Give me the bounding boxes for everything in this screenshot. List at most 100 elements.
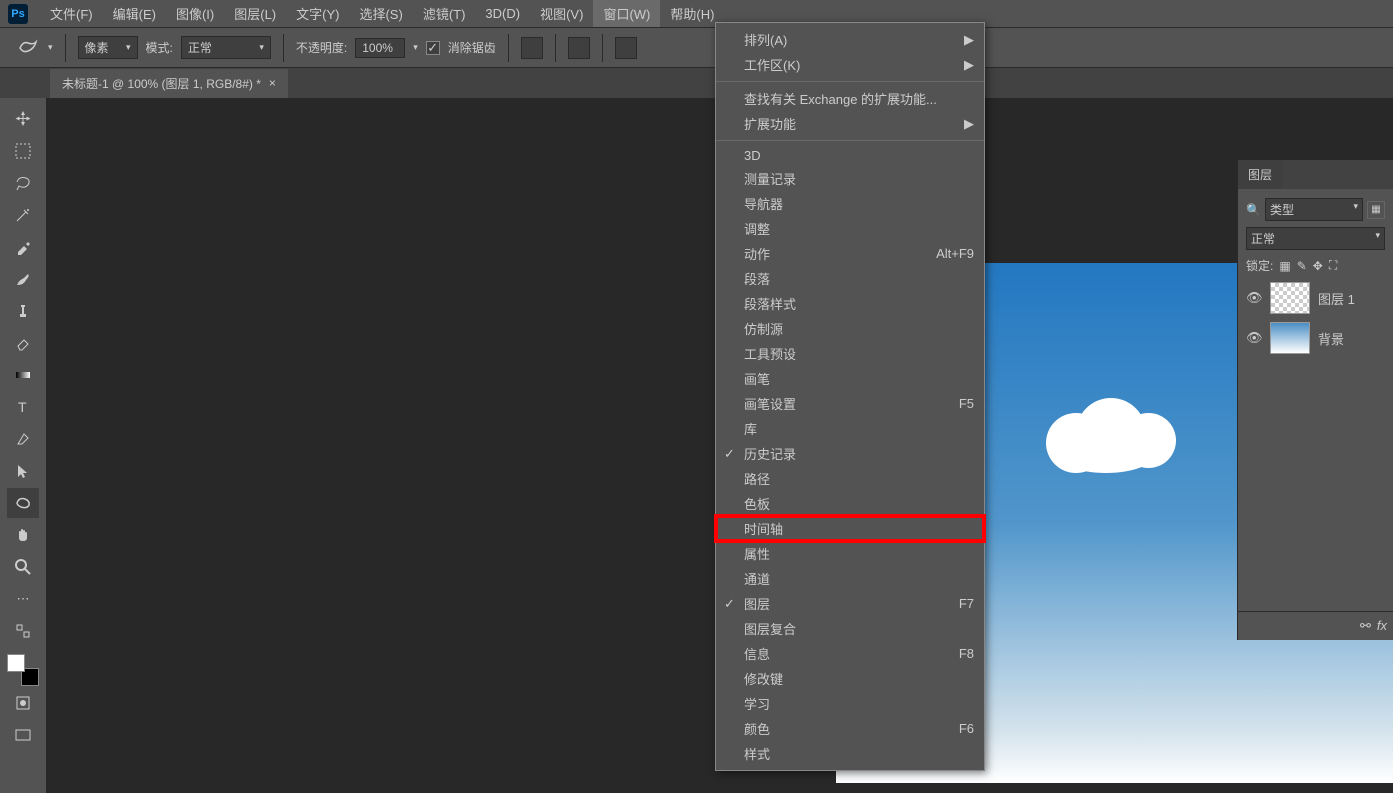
layer-filter-select[interactable]: 类型▾ bbox=[1265, 198, 1363, 221]
lock-pixels-icon[interactable]: ▦ bbox=[1279, 259, 1290, 273]
current-tool-icon[interactable] bbox=[16, 36, 40, 60]
menu-shortcut: F6 bbox=[959, 721, 974, 736]
tool-dropdown-caret[interactable]: ▾ bbox=[48, 42, 53, 53]
menu-actions[interactable]: 动作Alt+F9 bbox=[716, 241, 984, 266]
align-btn-2[interactable] bbox=[568, 37, 590, 59]
menu-extensions[interactable]: 扩展功能▶ bbox=[716, 111, 984, 136]
menu-select[interactable]: 选择(S) bbox=[349, 0, 412, 27]
menu-timeline[interactable]: 时间轴 bbox=[716, 516, 984, 541]
menu-item-label: 仿制源 bbox=[744, 319, 783, 338]
lock-brush-icon[interactable]: ✎ bbox=[1297, 259, 1307, 273]
menu-separator bbox=[716, 140, 984, 141]
layer-row[interactable]: 👁 背景 bbox=[1238, 318, 1393, 358]
visibility-icon[interactable]: 👁 bbox=[1246, 290, 1262, 306]
zoom-tool[interactable] bbox=[7, 552, 39, 582]
color-swatches[interactable] bbox=[7, 654, 39, 686]
stamp-tool[interactable] bbox=[7, 296, 39, 326]
menu-swatches[interactable]: 色板 bbox=[716, 491, 984, 516]
edit-toolbar[interactable] bbox=[7, 616, 39, 646]
move-tool[interactable] bbox=[7, 104, 39, 134]
screenmode-tool[interactable] bbox=[7, 720, 39, 750]
document-tab[interactable]: 未标题-1 @ 100% (图层 1, RGB/8#) * × bbox=[50, 69, 288, 98]
menu-image[interactable]: 图像(I) bbox=[166, 0, 224, 27]
pen-tool[interactable] bbox=[7, 424, 39, 454]
link-layers-icon[interactable]: ⚯ bbox=[1360, 618, 1371, 634]
lock-position-icon[interactable]: ✥ bbox=[1313, 259, 1323, 273]
menu-edit[interactable]: 编辑(E) bbox=[103, 0, 166, 27]
lasso-tool[interactable] bbox=[7, 168, 39, 198]
opacity-select[interactable]: 100% bbox=[355, 38, 405, 58]
layer-name[interactable]: 图层 1 bbox=[1318, 289, 1355, 308]
menu-learn[interactable]: 学习 bbox=[716, 691, 984, 716]
layer-row[interactable]: 👁 图层 1 bbox=[1238, 278, 1393, 318]
ps-logo: Ps bbox=[8, 4, 28, 24]
opacity-slider-caret[interactable]: ▾ bbox=[413, 42, 418, 53]
lock-artboard-icon[interactable]: ⛶ bbox=[1329, 258, 1337, 273]
blend-mode-select[interactable]: 正常▾ bbox=[1246, 227, 1385, 250]
path-select-tool[interactable] bbox=[7, 456, 39, 486]
menu-separator bbox=[716, 81, 984, 82]
align-btn-1[interactable] bbox=[521, 37, 543, 59]
menu-channels[interactable]: 通道 bbox=[716, 566, 984, 591]
menu-filter[interactable]: 滤镜(T) bbox=[413, 0, 476, 27]
eraser-tool[interactable] bbox=[7, 328, 39, 358]
menu-brushes[interactable]: 画笔 bbox=[716, 366, 984, 391]
gradient-tool[interactable] bbox=[7, 360, 39, 390]
menu-clone-source[interactable]: 仿制源 bbox=[716, 316, 984, 341]
menu-color[interactable]: 颜色F6 bbox=[716, 716, 984, 741]
menu-view[interactable]: 视图(V) bbox=[530, 0, 593, 27]
menu-paragraph-styles[interactable]: 段落样式 bbox=[716, 291, 984, 316]
menu-file[interactable]: 文件(F) bbox=[40, 0, 103, 27]
menu-adjustments[interactable]: 调整 bbox=[716, 216, 984, 241]
layer-thumbnail[interactable] bbox=[1270, 282, 1310, 314]
unit-select[interactable]: 像素▾ bbox=[78, 36, 138, 59]
menu-layers[interactable]: ✓图层F7 bbox=[716, 591, 984, 616]
menu-exchange[interactable]: 查找有关 Exchange 的扩展功能... bbox=[716, 86, 984, 111]
menu-layer-comps[interactable]: 图层复合 bbox=[716, 616, 984, 641]
menu-item-label: 调整 bbox=[744, 219, 770, 238]
layer-thumbnail[interactable] bbox=[1270, 322, 1310, 354]
menu-info[interactable]: 信息F8 bbox=[716, 641, 984, 666]
quickmask-tool[interactable] bbox=[7, 688, 39, 718]
fx-icon[interactable]: fx bbox=[1377, 618, 1387, 634]
menu-tool-presets[interactable]: 工具预设 bbox=[716, 341, 984, 366]
layer-name[interactable]: 背景 bbox=[1318, 329, 1344, 348]
type-tool[interactable]: T bbox=[7, 392, 39, 422]
menu-properties[interactable]: 属性 bbox=[716, 541, 984, 566]
menu-arrange[interactable]: 排列(A)▶ bbox=[716, 27, 984, 52]
menu-styles[interactable]: 样式 bbox=[716, 741, 984, 766]
eyedropper-tool[interactable] bbox=[7, 232, 39, 262]
brush-tool[interactable] bbox=[7, 264, 39, 294]
tools-panel: T ⋯ bbox=[0, 98, 46, 793]
menu-navigator[interactable]: 导航器 bbox=[716, 191, 984, 216]
visibility-icon[interactable]: 👁 bbox=[1246, 330, 1262, 346]
menu-paragraph[interactable]: 段落 bbox=[716, 266, 984, 291]
more-tools[interactable]: ⋯ bbox=[7, 584, 39, 614]
menu-3d-panel[interactable]: 3D bbox=[716, 145, 984, 166]
marquee-tool[interactable] bbox=[7, 136, 39, 166]
menu-brush-settings[interactable]: 画笔设置F5 bbox=[716, 391, 984, 416]
menu-window[interactable]: 窗口(W) bbox=[593, 0, 660, 27]
menu-3d[interactable]: 3D(D) bbox=[475, 2, 530, 25]
menu-measurement[interactable]: 测量记录 bbox=[716, 166, 984, 191]
menu-libraries[interactable]: 库 bbox=[716, 416, 984, 441]
window-menu-dropdown: 排列(A)▶ 工作区(K)▶ 查找有关 Exchange 的扩展功能... 扩展… bbox=[715, 22, 985, 771]
hand-tool[interactable] bbox=[7, 520, 39, 550]
submenu-arrow-icon: ▶ bbox=[964, 32, 974, 48]
menu-type[interactable]: 文字(Y) bbox=[286, 0, 349, 27]
foreground-color[interactable] bbox=[7, 654, 25, 672]
layers-panel-tab[interactable]: 图层 bbox=[1238, 160, 1282, 189]
mode-select[interactable]: 正常▾ bbox=[181, 36, 271, 59]
filter-pixel-icon[interactable]: ▦ bbox=[1367, 201, 1385, 219]
menu-paths[interactable]: 路径 bbox=[716, 466, 984, 491]
menu-workspace[interactable]: 工作区(K)▶ bbox=[716, 52, 984, 77]
magic-wand-tool[interactable] bbox=[7, 200, 39, 230]
shape-tool[interactable] bbox=[7, 488, 39, 518]
antialias-checkbox[interactable]: ✓ bbox=[426, 41, 440, 55]
menu-modifier-keys[interactable]: 修改键 bbox=[716, 666, 984, 691]
close-icon[interactable]: × bbox=[269, 76, 276, 90]
align-btn-3[interactable] bbox=[615, 37, 637, 59]
submenu-arrow-icon: ▶ bbox=[964, 57, 974, 73]
menu-history[interactable]: ✓历史记录 bbox=[716, 441, 984, 466]
menu-layer[interactable]: 图层(L) bbox=[224, 0, 286, 27]
